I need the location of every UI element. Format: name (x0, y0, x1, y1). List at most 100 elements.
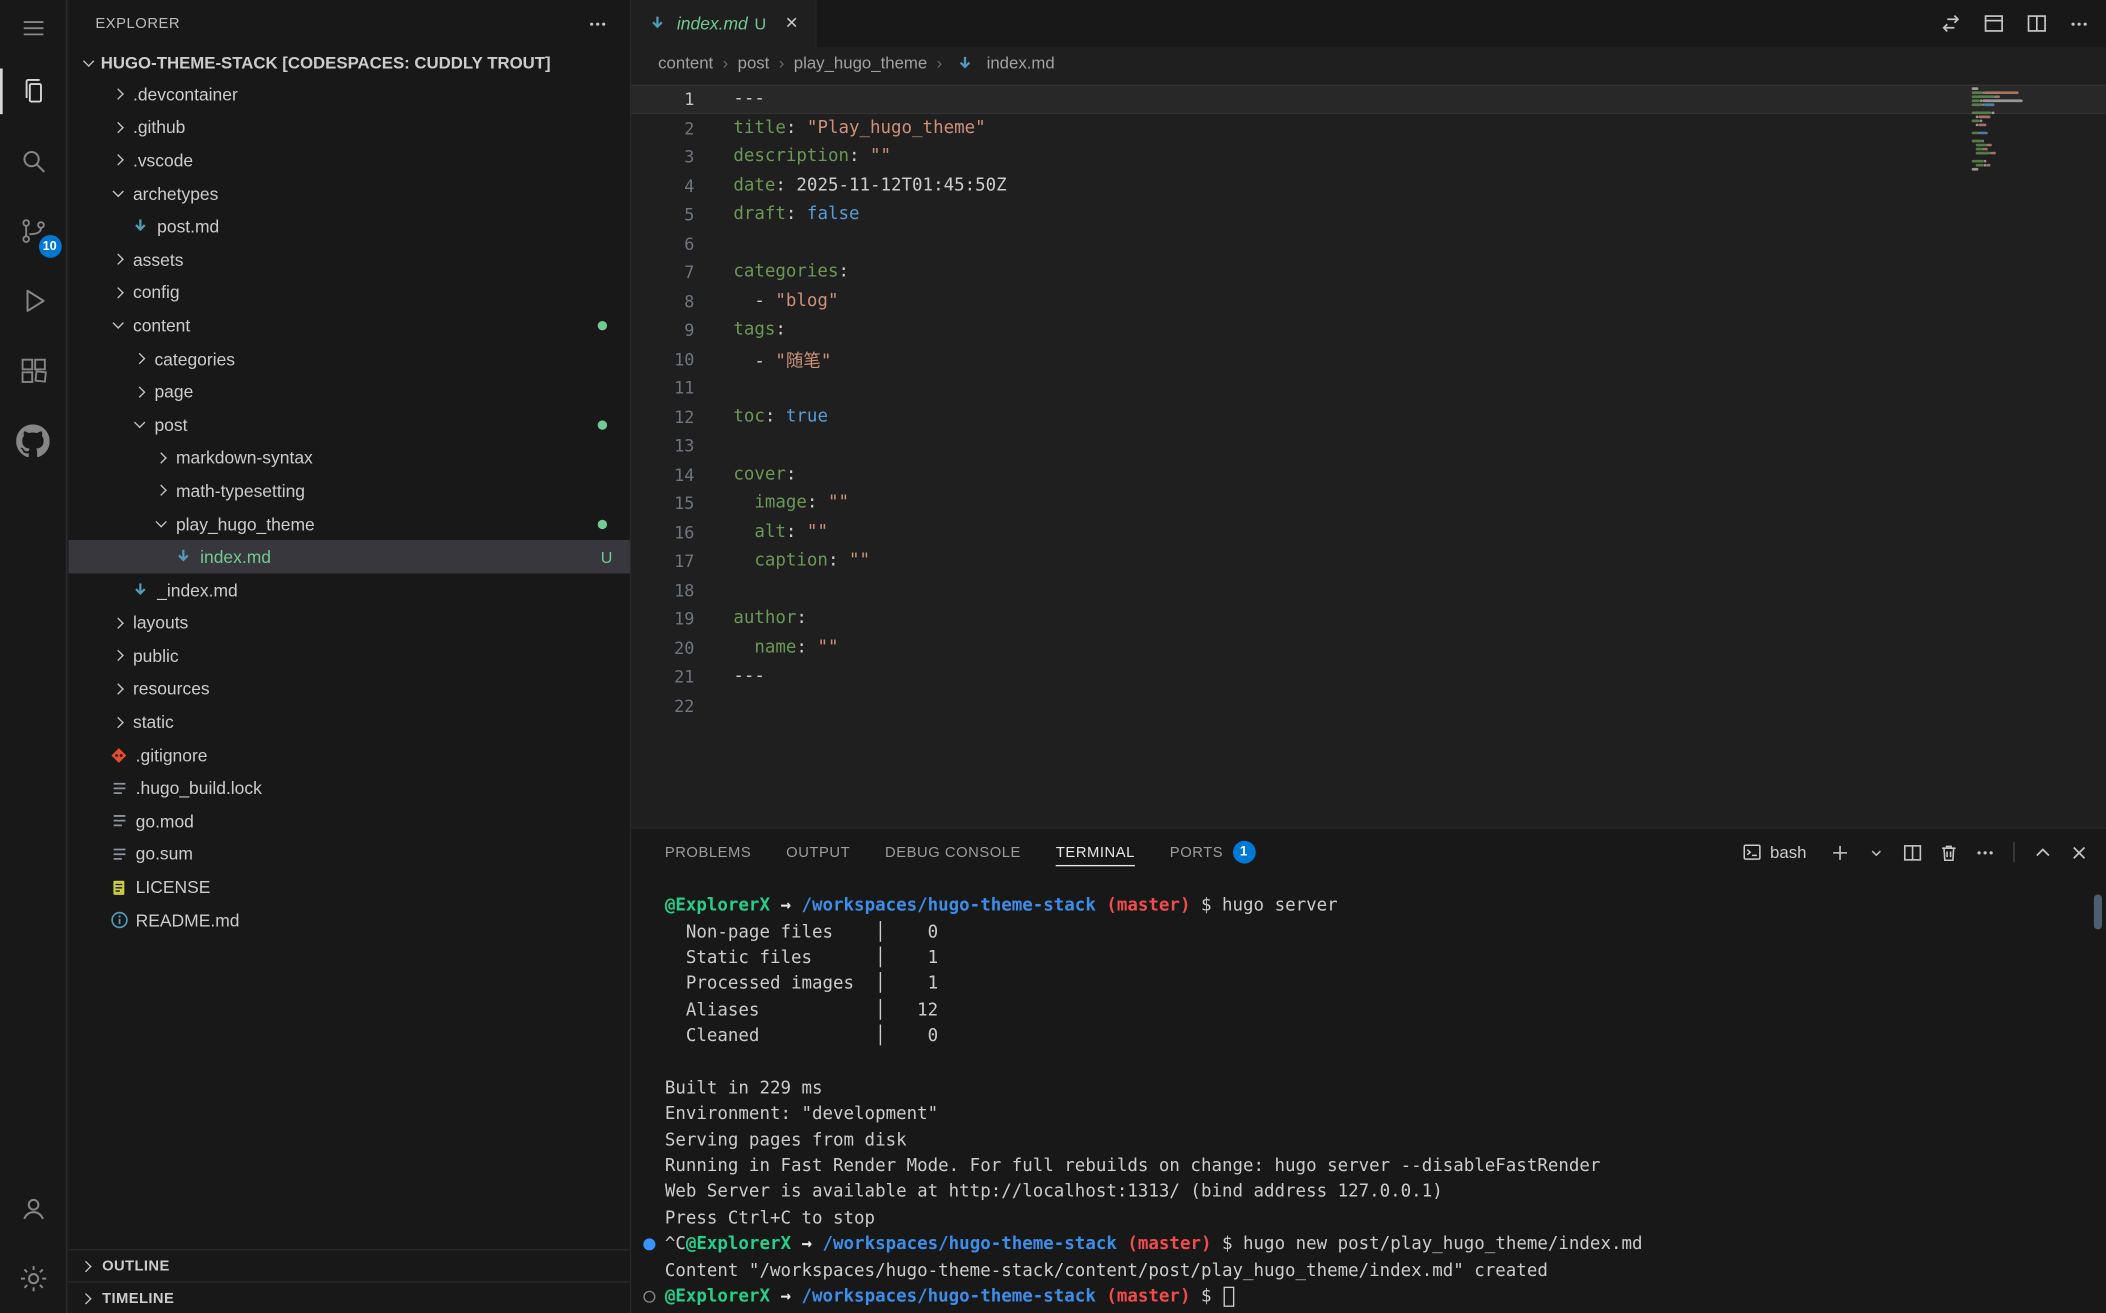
outline-section[interactable]: OUTLINE (68, 1249, 629, 1281)
code-line-4[interactable]: 4date: 2025-11-12T01:45:50Z (631, 171, 2106, 200)
breadcrumb-item-post[interactable]: post (738, 54, 770, 73)
tree-item-config[interactable]: config (68, 276, 629, 309)
minimap[interactable] (1964, 85, 2106, 828)
panel-tab-problems[interactable]: PROBLEMS (665, 829, 751, 876)
code-line-19[interactable]: 19author: (631, 604, 2106, 633)
tree-item-.github[interactable]: .github (68, 111, 629, 144)
tree-item-archetypes[interactable]: archetypes (68, 177, 629, 210)
settings-gear-icon[interactable] (0, 1244, 66, 1313)
doc-file-icon (106, 779, 132, 798)
tree-item-go.sum[interactable]: go.sum (68, 838, 629, 871)
tree-item-content[interactable]: content (68, 309, 629, 342)
split-editor-icon[interactable] (2020, 7, 2052, 39)
open-preview-icon[interactable] (1977, 7, 2009, 39)
accounts-icon[interactable] (0, 1174, 66, 1244)
code-line-6[interactable]: 6 (631, 229, 2106, 258)
explorer-icon[interactable] (0, 56, 66, 126)
code-line-2[interactable]: 2title: "Play_hugo_theme" (631, 113, 2106, 142)
terminal-more-actions-icon[interactable] (1969, 836, 2001, 868)
tree-item-post[interactable]: post (68, 408, 629, 441)
maximize-panel-icon[interactable] (2027, 836, 2059, 868)
tree-item-layouts[interactable]: layouts (68, 606, 629, 639)
extensions-icon[interactable] (0, 336, 66, 406)
code-line-text: caption: "" (733, 551, 870, 571)
terminal-view[interactable]: @ExplorerX → /workspaces/hugo-theme-stac… (631, 876, 2106, 1313)
panel-tab-terminal[interactable]: TERMINAL (1056, 829, 1135, 876)
tree-item-static[interactable]: static (68, 706, 629, 739)
line-number: 11 (631, 378, 694, 398)
open-changes-icon[interactable] (1934, 7, 1966, 39)
breadcrumb-item-content[interactable]: content (658, 54, 713, 73)
code-line-21[interactable]: 21--- (631, 662, 2106, 691)
editor-more-actions-icon[interactable] (2063, 7, 2095, 39)
git-file-icon (106, 746, 132, 763)
code-line-16[interactable]: 16 alt: "" (631, 518, 2106, 547)
code-editor[interactable]: 1---2title: "Play_hugo_theme"3descriptio… (631, 79, 2106, 827)
launch-profile-chevron-icon[interactable] (1860, 836, 1892, 868)
tree-item-.devcontainer[interactable]: .devcontainer (68, 78, 629, 111)
tree-item-markdown-syntax[interactable]: markdown-syntax (68, 441, 629, 474)
command-decoration-success[interactable] (643, 1239, 655, 1251)
tree-item-math-typesetting[interactable]: math-typesetting (68, 474, 629, 507)
new-terminal-icon[interactable] (1824, 836, 1856, 868)
code-line-11[interactable]: 11 (631, 373, 2106, 402)
tree-item-go.mod[interactable]: go.mod (68, 805, 629, 838)
tree-item-categories[interactable]: categories (68, 342, 629, 375)
tree-item-.vscode[interactable]: .vscode (68, 144, 629, 177)
chevron-right-icon (112, 716, 123, 727)
github-icon[interactable] (0, 406, 66, 476)
tree-item-play_hugo_theme[interactable]: play_hugo_theme (68, 507, 629, 540)
code-line-18[interactable]: 18 (631, 576, 2106, 605)
explorer-more-actions-icon[interactable] (582, 7, 614, 39)
code-line-15[interactable]: 15 image: "" (631, 489, 2106, 518)
tree-item-readme.md[interactable]: README.md (68, 904, 629, 937)
code-line-22[interactable]: 22 (631, 691, 2106, 720)
tree-item-label: .hugo_build.lock (136, 778, 262, 798)
panel-tab-output[interactable]: OUTPUT (786, 829, 850, 876)
panel-tab-debug-console[interactable]: DEBUG CONSOLE (885, 829, 1021, 876)
tree-item-label: go.mod (136, 811, 194, 831)
timeline-section[interactable]: TIMELINE (68, 1281, 629, 1313)
source-control-icon[interactable]: 10 (0, 196, 66, 266)
tab-index-md[interactable]: index.md U × (631, 0, 817, 47)
workspace-root-folder[interactable]: HUGO-THEME-STACK [CODESPACES: CUDDLY TRO… (68, 47, 629, 78)
code-line-1[interactable]: 1--- (631, 85, 2106, 114)
code-line-12[interactable]: 12toc: true (631, 402, 2106, 431)
menu-icon[interactable] (0, 0, 66, 56)
tree-item-assets[interactable]: assets (68, 243, 629, 276)
run-and-debug-icon[interactable] (0, 266, 66, 336)
tree-item-.hugo_build.lock[interactable]: .hugo_build.lock (68, 772, 629, 805)
tree-item-.gitignore[interactable]: .gitignore (68, 739, 629, 772)
panel-header: PROBLEMS OUTPUT DEBUG CONSOLE TERMINAL PORTS… (631, 829, 2106, 876)
tree-item-license[interactable]: LICENSE (68, 871, 629, 904)
code-line-14[interactable]: 14cover: (631, 460, 2106, 489)
code-line-7[interactable]: 7categories: (631, 258, 2106, 287)
terminal-shell-selector[interactable]: bash (1742, 842, 1807, 862)
close-panel-icon[interactable] (2063, 836, 2095, 868)
code-line-8[interactable]: 8 - "blog" (631, 287, 2106, 316)
code-line-13[interactable]: 13 (631, 431, 2106, 460)
breadcrumb-item-play_hugo_theme[interactable]: play_hugo_theme (794, 54, 927, 73)
tree-item-index.md[interactable]: index.mdU (68, 540, 629, 573)
terminal-scrollbar-thumb[interactable] (2094, 895, 2102, 930)
panel-tab-ports[interactable]: PORTS1 (1170, 829, 1256, 876)
code-line-20[interactable]: 20 name: "" (631, 633, 2106, 662)
tree-item-public[interactable]: public (68, 639, 629, 672)
kill-terminal-trash-icon[interactable] (1933, 836, 1965, 868)
tree-item-resources[interactable]: resources (68, 672, 629, 705)
close-tab-icon[interactable]: × (778, 10, 805, 37)
code-line-9[interactable]: 9tags: (631, 316, 2106, 345)
code-line-5[interactable]: 5draft: false (631, 200, 2106, 229)
search-icon[interactable] (0, 126, 66, 196)
tree-item-page[interactable]: page (68, 375, 629, 408)
code-line-17[interactable]: 17 caption: "" (631, 547, 2106, 576)
terminal-line: @ExplorerX → /workspaces/hugo-theme-stac… (631, 1284, 2106, 1310)
code-line-10[interactable]: 10 - "随笔" (631, 345, 2106, 374)
code-line-3[interactable]: 3description: "" (631, 142, 2106, 171)
split-terminal-icon[interactable] (1896, 836, 1928, 868)
tree-item-post.md[interactable]: post.md (68, 210, 629, 243)
breadcrumb-item-index.md[interactable]: index.md (987, 54, 1055, 73)
code-line-text: image: "" (733, 493, 849, 513)
command-decoration-pending[interactable] (643, 1291, 655, 1303)
tree-item-_index.md[interactable]: _index.md (68, 573, 629, 606)
